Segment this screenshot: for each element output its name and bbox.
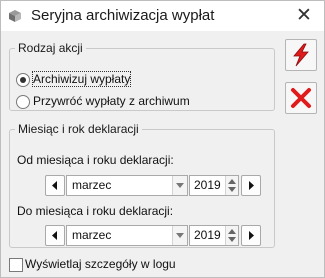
from-year-value: 2019 — [194, 178, 221, 192]
triangle-left-icon — [52, 231, 57, 240]
to-prev-button[interactable] — [45, 225, 65, 246]
red-x-icon — [291, 88, 311, 108]
archive-radio-label[interactable]: Archiwizuj wypłaty — [31, 71, 132, 87]
action-type-legend: Rodzaj akcji — [18, 41, 83, 55]
app-icon — [8, 9, 22, 23]
triangle-right-icon — [249, 231, 254, 240]
to-label: Do miesiąca i roku deklaracji: — [17, 204, 174, 218]
action-type-group: Rodzaj akcji Archiwizuj wypłaty Przywróć… — [9, 41, 275, 111]
to-year-spinner[interactable]: 2019 — [189, 225, 239, 246]
from-label: Od miesiąca i roku deklaracji: — [17, 153, 174, 167]
run-button[interactable] — [285, 39, 317, 71]
from-prev-button[interactable] — [45, 175, 65, 196]
close-button[interactable]: ✕ — [294, 6, 314, 26]
period-group: Miesiąc i rok deklaracji Od miesiąca i r… — [9, 122, 275, 248]
restore-radio[interactable] — [16, 95, 30, 109]
lightning-icon — [293, 43, 309, 67]
archive-radio[interactable] — [16, 73, 30, 87]
chevron-down-icon — [176, 183, 184, 188]
to-next-button[interactable] — [241, 225, 261, 246]
triangle-right-icon — [249, 181, 254, 190]
period-legend: Miesiąc i rok deklaracji — [18, 122, 139, 136]
from-year-spin[interactable] — [225, 176, 238, 195]
from-month-dropdown[interactable] — [172, 176, 187, 195]
dialog-window: Seryjna archiwizacja wypłat ✕ Rodzaj akc… — [0, 0, 325, 278]
to-month-value: marzec — [72, 228, 112, 242]
from-month-select[interactable]: marzec — [66, 175, 188, 196]
triangle-left-icon — [52, 181, 57, 190]
chevron-down-icon — [176, 233, 184, 238]
spin-up-icon[interactable] — [228, 229, 236, 234]
to-year-value: 2019 — [194, 228, 221, 242]
from-year-spinner[interactable]: 2019 — [189, 175, 239, 196]
details-log-checkbox[interactable] — [9, 258, 23, 272]
details-log-label[interactable]: Wyświetlaj szczegóły w logu — [25, 257, 176, 271]
to-year-spin[interactable] — [225, 226, 238, 245]
from-next-button[interactable] — [241, 175, 261, 196]
restore-radio-label[interactable]: Przywróć wypłaty z archiwum — [33, 94, 190, 108]
window-title: Seryjna archiwizacja wypłat — [31, 7, 215, 24]
from-month-value: marzec — [72, 178, 112, 192]
spin-up-icon[interactable] — [228, 179, 236, 184]
to-month-select[interactable]: marzec — [66, 225, 188, 246]
cancel-button[interactable] — [285, 82, 317, 114]
spin-down-icon[interactable] — [228, 187, 236, 192]
title-bar: Seryjna archiwizacja wypłat ✕ — [1, 1, 324, 31]
to-month-dropdown[interactable] — [172, 226, 187, 245]
spin-down-icon[interactable] — [228, 237, 236, 242]
